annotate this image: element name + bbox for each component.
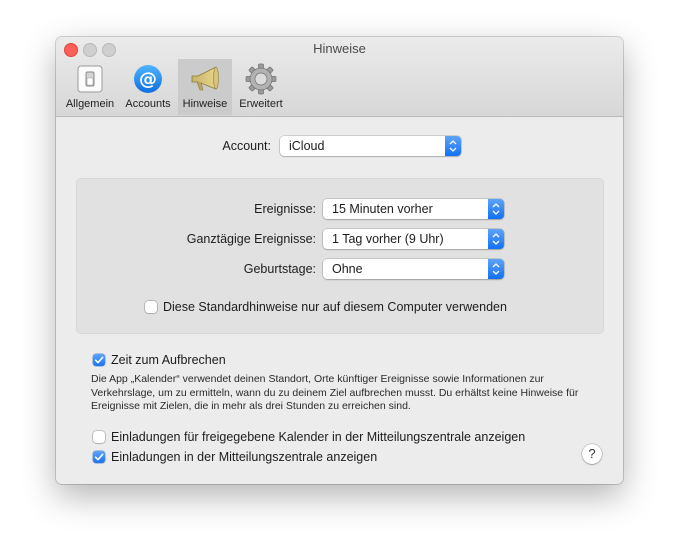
tab-allgemein[interactable]: Allgemein: [62, 59, 118, 115]
travel-time-description: Die App „Kalender“ verwendet deinen Stan…: [91, 373, 579, 412]
events-popup[interactable]: 15 Minuten vorher: [323, 199, 504, 219]
chevron-updown-icon: [488, 229, 504, 249]
events-value: 15 Minuten vorher: [332, 202, 433, 216]
at-icon: @: [131, 63, 165, 95]
travel-time-checkbox[interactable]: [93, 354, 105, 366]
switch-icon: [73, 63, 107, 95]
checkmark-icon: [94, 356, 104, 364]
events-label: Ereignisse:: [254, 202, 316, 216]
local-only-checkbox[interactable]: [145, 301, 157, 313]
megaphone-icon: [188, 63, 222, 95]
tab-erweitert[interactable]: Erweitert: [234, 59, 288, 115]
content-area: Account: iCloud Ereignisse: 15 Minuten v…: [56, 117, 623, 484]
allday-label: Ganztägige Ereignisse:: [186, 232, 316, 246]
allday-value: 1 Tag vorher (9 Uhr): [332, 232, 444, 246]
account-label: Account:: [222, 139, 271, 153]
tab-hinweise[interactable]: Hinweise: [178, 59, 232, 115]
birthdays-label: Geburtstage:: [243, 262, 316, 276]
invites-checkbox[interactable]: [93, 451, 105, 463]
account-popup[interactable]: iCloud: [280, 136, 461, 156]
birthdays-popup[interactable]: Ohne: [323, 259, 504, 279]
tab-label: Allgemein: [65, 98, 115, 110]
titlebar: Hinweise Allgemein @ Accounts Hinweise E…: [56, 37, 623, 117]
travel-time-label: Zeit zum Aufbrechen: [111, 353, 226, 367]
help-button[interactable]: ?: [582, 444, 602, 464]
chevron-updown-icon: [488, 259, 504, 279]
default-alerts-group: Ereignisse: 15 Minuten vorher Ganztägige…: [76, 178, 604, 334]
checkmark-icon: [94, 453, 104, 461]
tab-label: Accounts: [125, 98, 171, 110]
gear-icon: [244, 63, 278, 95]
tab-accounts[interactable]: @ Accounts: [120, 59, 176, 115]
local-only-label: Diese Standardhinweise nur auf diesem Co…: [163, 300, 507, 314]
shared-invites-checkbox[interactable]: [93, 431, 105, 443]
svg-text:@: @: [139, 69, 157, 90]
window-title: Hinweise: [313, 41, 366, 56]
tab-label: Hinweise: [182, 98, 228, 110]
chevron-updown-icon: [445, 136, 461, 156]
shared-invites-label: Einladungen für freigegebene Kalender in…: [111, 430, 526, 444]
allday-popup[interactable]: 1 Tag vorher (9 Uhr): [323, 229, 504, 249]
invites-label: Einladungen in der Mitteilungszentrale a…: [111, 450, 378, 464]
birthdays-value: Ohne: [332, 262, 363, 276]
tab-label: Erweitert: [239, 98, 283, 110]
account-value: iCloud: [289, 139, 325, 153]
preferences-window: Hinweise Allgemein @ Accounts Hinweise E…: [56, 37, 623, 484]
chevron-updown-icon: [488, 199, 504, 219]
